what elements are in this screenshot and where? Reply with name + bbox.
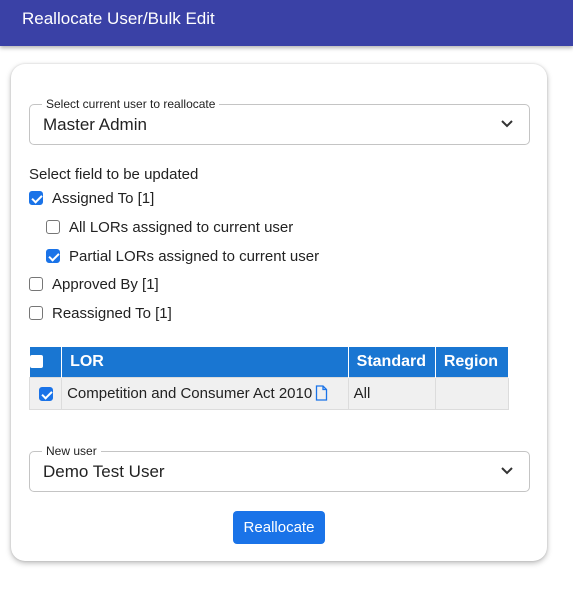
column-header-region[interactable]: Region: [435, 347, 510, 377]
field-select-label: Select field to be updated: [29, 166, 199, 183]
all-lors-checkbox[interactable]: [46, 220, 60, 234]
assigned-to-label: Assigned To [1]: [52, 189, 155, 207]
new-user-select-value: Demo Test User: [43, 462, 165, 481]
lor-table: LOR Standard Region Competition and Cons…: [28, 347, 510, 410]
option-partial-lors[interactable]: Partial LORs assigned to current user: [46, 246, 319, 266]
table-row[interactable]: Competition and Consumer Act 2010 All: [28, 376, 510, 410]
option-assigned-to[interactable]: Assigned To [1]: [29, 188, 154, 208]
row-checkbox[interactable]: [38, 386, 53, 401]
chevron-down-icon: [501, 120, 513, 128]
standard-cell: All: [347, 376, 436, 410]
approved-by-label: Approved By [1]: [52, 275, 159, 293]
lor-name: Competition and Consumer Act 2010: [67, 384, 313, 402]
select-all-cell[interactable]: [29, 347, 63, 377]
chevron-down-icon: [501, 467, 513, 475]
column-header-lor[interactable]: LOR: [61, 347, 349, 377]
app-header: Reallocate User/Bulk Edit: [0, 0, 573, 46]
current-user-select-legend: Select current user to reallocate: [42, 97, 220, 111]
partial-lors-checkbox[interactable]: [46, 249, 60, 263]
current-user-select-value: Master Admin: [43, 115, 147, 134]
lor-cell: Competition and Consumer Act 2010: [61, 376, 349, 410]
region-cell: [434, 376, 510, 410]
reassigned-to-label: Reassigned To [1]: [52, 304, 172, 322]
option-reassigned-to[interactable]: Reassigned To [1]: [29, 303, 172, 323]
column-header-standard[interactable]: Standard: [348, 347, 436, 377]
page-title: Reallocate User/Bulk Edit: [22, 9, 215, 28]
select-all-checkbox[interactable]: [29, 355, 43, 369]
table-header-row: LOR Standard Region: [29, 347, 510, 377]
partial-lors-label: Partial LORs assigned to current user: [69, 247, 320, 265]
option-approved-by[interactable]: Approved By [1]: [29, 274, 159, 294]
reallocate-button[interactable]: Reallocate: [233, 511, 325, 544]
new-user-select[interactable]: New user Demo Test User: [29, 444, 530, 492]
row-select-cell[interactable]: [28, 376, 63, 410]
all-lors-label: All LORs assigned to current user: [69, 218, 294, 236]
approved-by-checkbox[interactable]: [29, 277, 43, 291]
assigned-to-checkbox[interactable]: [29, 191, 43, 205]
option-all-lors[interactable]: All LORs assigned to current user: [46, 217, 293, 237]
reassigned-to-checkbox[interactable]: [29, 306, 43, 320]
new-user-select-legend: New user: [42, 444, 101, 458]
document-icon[interactable]: [315, 384, 328, 401]
current-user-select[interactable]: Select current user to reallocate Master…: [29, 97, 530, 145]
